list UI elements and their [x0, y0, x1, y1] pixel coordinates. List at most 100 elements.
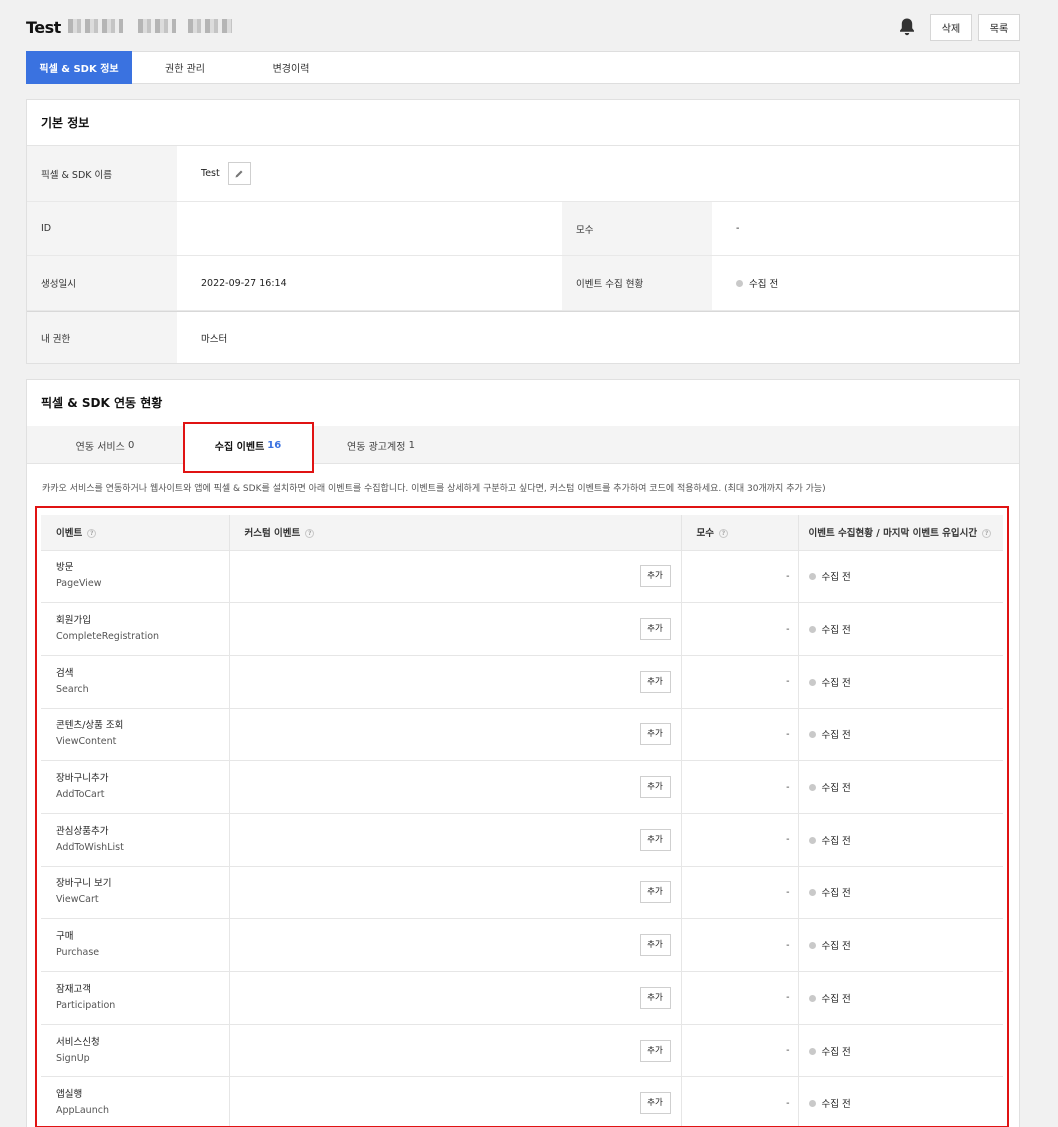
status-cell: 수집 전: [798, 707, 1003, 761]
status-dot-icon: [808, 942, 816, 950]
table-row: 서비스신청 SignUp 추가 - 수집 전: [41, 1023, 1003, 1077]
add-custom-event-button[interactable]: 추가: [639, 828, 671, 851]
status-cell: 수집 전: [798, 1076, 1003, 1127]
help-icon[interactable]: ?: [982, 529, 992, 539]
tab-count: 16: [267, 440, 282, 451]
status-text: 수집 전: [821, 835, 851, 847]
custom-event-cell: 추가: [229, 918, 682, 972]
event-name-kr: 검색: [56, 667, 74, 679]
event-name-kr: 장바구니 보기: [56, 878, 112, 890]
basic-info-panel: 기본 정보 픽셀 & SDK 이름 Test ID 모수 - 생성일시 2022…: [26, 99, 1020, 364]
tab-collected-events[interactable]: 수집 이벤트 16: [183, 426, 313, 465]
tab-label: 연동 서비스: [75, 441, 125, 453]
population-value: -: [736, 223, 740, 234]
table-row: 장바구니추가 AddToCart 추가 - 수집 전: [41, 760, 1003, 814]
population-cell: -: [681, 865, 799, 919]
created-value: 2022-09-27 16:14: [201, 277, 287, 289]
col-header-custom-event: 커스텀 이벤트?: [229, 515, 682, 550]
help-icon[interactable]: ?: [305, 529, 315, 539]
add-custom-event-button[interactable]: 추가: [639, 618, 671, 641]
status-dot-icon: [808, 626, 816, 634]
custom-event-cell: 추가: [229, 812, 682, 867]
page-title: Test: [26, 18, 61, 37]
page: Test 삭제 목록 픽셀 & SDK 정보 권한 관리 변경이력 기본 정보 …: [0, 0, 1058, 1127]
add-custom-event-button[interactable]: 추가: [639, 1092, 671, 1115]
custom-event-cell: 추가: [229, 971, 682, 1025]
main-tabs: 픽셀 & SDK 정보 권한 관리 변경이력: [26, 51, 1020, 84]
status-cell: 수집 전: [798, 865, 1003, 919]
table-header-row: 이벤트? 커스텀 이벤트? 모수? 이벤트 수집현황 / 마지막 이벤트 유입시…: [41, 515, 1003, 550]
add-custom-event-button[interactable]: 추가: [639, 670, 671, 693]
tab-linked-ad-accounts[interactable]: 연동 광고계정 1: [313, 426, 449, 464]
redacted-text: [68, 19, 123, 33]
add-custom-event-button[interactable]: 추가: [639, 723, 671, 746]
event-name-kr: 방문: [56, 562, 74, 574]
status-cell: 수집 전: [798, 549, 1003, 603]
status-text: 수집 전: [821, 572, 851, 584]
add-custom-event-button[interactable]: 추가: [639, 565, 671, 588]
tab-linked-services[interactable]: 연동 서비스 0: [27, 426, 183, 464]
bell-icon[interactable]: [898, 17, 916, 37]
population-label: 모수: [562, 202, 712, 255]
table-row: 구매 Purchase 추가 - 수집 전: [41, 918, 1003, 972]
table-row: 방문 PageView 추가 - 수집 전: [41, 549, 1003, 603]
custom-event-cell: 추가: [229, 865, 682, 919]
add-custom-event-button[interactable]: 추가: [639, 986, 671, 1009]
add-custom-event-button[interactable]: 추가: [639, 776, 671, 799]
name-value-cell: Test: [177, 146, 1019, 201]
custom-event-cell: 추가: [229, 1076, 682, 1127]
role-label: 내 권한: [27, 312, 177, 363]
id-label: ID: [27, 202, 177, 255]
table-row: 잠재고객 Participation 추가 - 수집 전: [41, 971, 1003, 1025]
info-row-role: 내 권한 마스터: [27, 311, 1019, 363]
name-value: Test: [201, 168, 220, 179]
help-icon[interactable]: ?: [718, 529, 728, 539]
table-row: 앱실행 AppLaunch 추가 - 수집 전: [41, 1076, 1003, 1127]
event-name-en: SignUp: [56, 1052, 90, 1064]
population-cell: -: [681, 1076, 799, 1127]
population-cell: -: [681, 654, 799, 709]
help-icon[interactable]: ?: [87, 529, 97, 539]
population-cell: -: [681, 1023, 799, 1077]
custom-event-cell: 추가: [229, 707, 682, 761]
pencil-icon[interactable]: [227, 162, 251, 185]
custom-event-cell: 추가: [229, 602, 682, 656]
add-custom-event-button[interactable]: 추가: [639, 1039, 671, 1062]
info-row-name: 픽셀 & SDK 이름 Test: [27, 146, 1019, 202]
event-name-kr: 서비스신청: [56, 1036, 100, 1048]
status-dot-icon: [808, 573, 816, 581]
event-name-cell: 회원가입 CompleteRegistration: [41, 602, 230, 656]
delete-button[interactable]: 삭제: [930, 14, 972, 41]
events-table-body: 방문 PageView 추가 - 수집 전 회원가입 CompleteRegistratio…: [41, 549, 1003, 1127]
tab-permissions[interactable]: 권한 관리: [132, 52, 238, 83]
event-name-en: PageView: [56, 578, 102, 590]
list-button[interactable]: 목록: [978, 14, 1020, 41]
status-dot-icon: [808, 994, 816, 1002]
status-dot-icon: [808, 678, 816, 686]
status-cell: 수집 전: [798, 654, 1003, 709]
event-name-en: AddToCart: [56, 789, 105, 801]
col-header-event: 이벤트?: [41, 515, 230, 550]
status-dot-icon: [736, 279, 743, 287]
status-text: 수집 전: [821, 783, 851, 795]
table-row: 관심상품추가 AddToWishList 추가 - 수집 전: [41, 812, 1003, 867]
redacted-text: [188, 19, 232, 33]
event-status-value: 수집 전: [749, 279, 779, 290]
created-label: 생성일시: [27, 256, 177, 310]
table-row: 검색 Search 추가 - 수집 전: [41, 654, 1003, 709]
population-cell: -: [681, 549, 799, 603]
status-dot-icon: [808, 836, 816, 844]
add-custom-event-button[interactable]: 추가: [639, 881, 671, 904]
add-custom-event-button[interactable]: 추가: [639, 934, 671, 957]
custom-event-cell: 추가: [229, 654, 682, 709]
tab-pixel-sdk-info[interactable]: 픽셀 & SDK 정보: [26, 51, 132, 84]
status-cell: 수집 전: [798, 971, 1003, 1025]
status-dot-icon: [808, 1047, 816, 1055]
event-name-en: AppLaunch: [56, 1105, 109, 1117]
event-name-cell: 앱실행 AppLaunch: [41, 1076, 230, 1127]
col-header-status: 이벤트 수집현황 / 마지막 이벤트 유입시간?: [798, 515, 1003, 550]
id-value: [177, 202, 562, 255]
status-cell: 수집 전: [798, 760, 1003, 814]
status-text: 수집 전: [821, 941, 851, 953]
tab-change-history[interactable]: 변경이력: [238, 52, 344, 83]
